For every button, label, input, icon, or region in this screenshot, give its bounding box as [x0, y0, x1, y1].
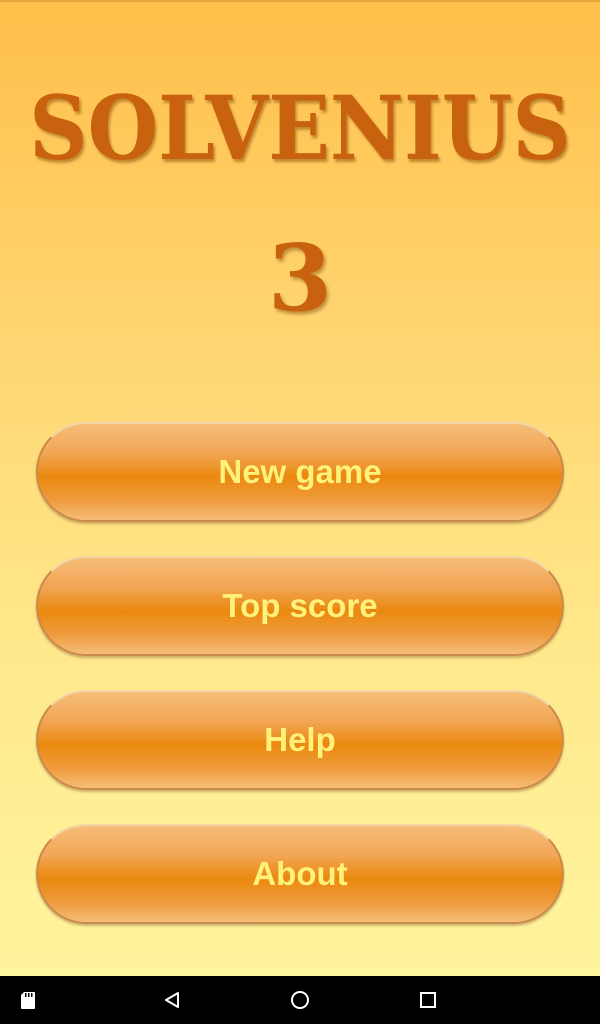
app-subtitle: 3: [267, 224, 332, 332]
top-score-button[interactable]: Top score: [36, 556, 564, 656]
help-button[interactable]: Help: [36, 690, 564, 790]
recent-apps-icon[interactable]: [416, 988, 440, 1012]
back-icon[interactable]: [160, 988, 184, 1012]
system-navigation-bar: [0, 976, 600, 1024]
new-game-button[interactable]: New game: [36, 422, 564, 522]
about-button[interactable]: About: [36, 824, 564, 924]
sd-card-icon: [16, 988, 40, 1012]
home-icon[interactable]: [288, 988, 312, 1012]
app-title: SOLVENIUS: [29, 76, 571, 180]
main-menu-screen: SOLVENIUS 3 New game Top score Help Abou…: [0, 0, 600, 976]
